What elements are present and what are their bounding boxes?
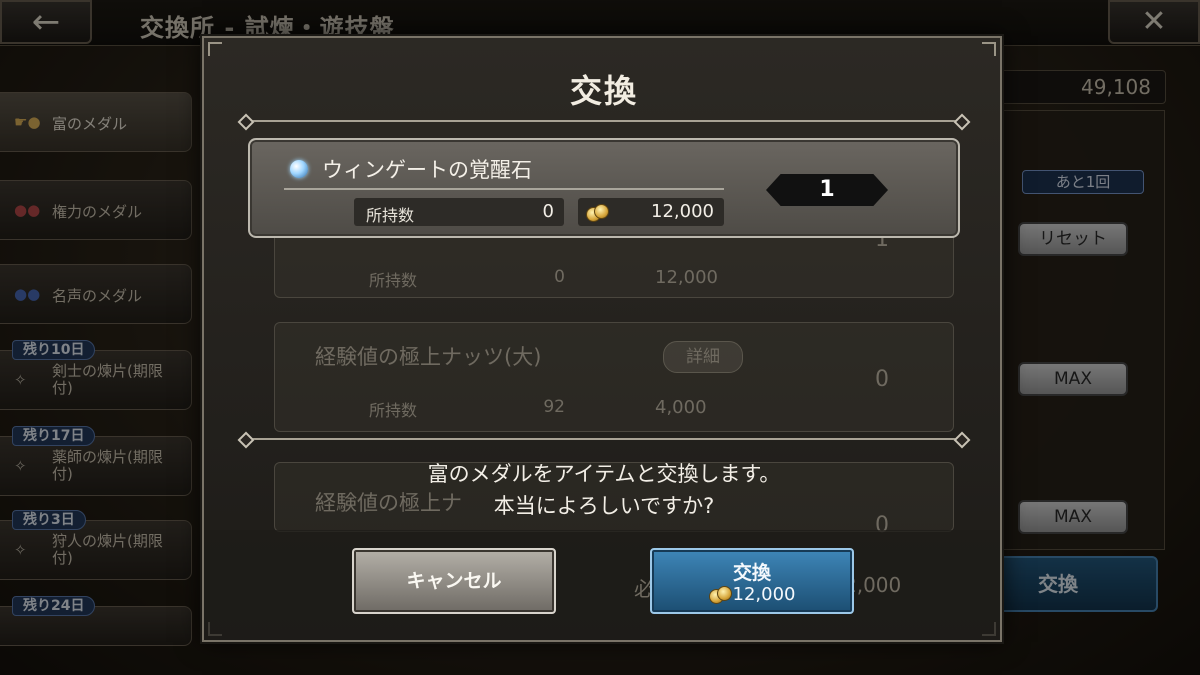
dialog-title: 交換 [569, 72, 638, 110]
message-line-1: 富のメダルをアイテムと交換します。 [427, 462, 781, 486]
divider [284, 188, 724, 190]
coin-icon [586, 204, 609, 222]
frame-corner [208, 42, 222, 56]
awakening-stone-icon [290, 160, 308, 178]
confirm-label: 交換 [732, 562, 771, 584]
confirm-message: 富のメダルをアイテムと交換します。 本当によろしいですか? [204, 458, 1004, 522]
detail-button: 詳細 [663, 341, 743, 373]
quantity-display: 1 [766, 174, 888, 206]
exchange-confirm-dialog: 交換 所持数 0 12,000 1 経験値の極上ナッツ(大) 詳細 所持数 92… [202, 36, 1002, 642]
item-name: ウィンゲートの覚醒石 [322, 158, 532, 182]
held-count-label: 所持数 [366, 206, 415, 225]
confirm-exchange-button[interactable]: 交換 12,000 [650, 548, 854, 614]
held-count-value: 0 [542, 201, 554, 222]
divider [250, 438, 958, 440]
list-item: 経験値の極上ナッツ(大) 詳細 所持数 92 4,000 0 [274, 322, 954, 432]
message-line-2: 本当によろしいですか? [493, 494, 715, 518]
frame-corner [982, 42, 996, 56]
cost-box: 12,000 [578, 198, 724, 226]
coin-icon [708, 586, 732, 604]
confirm-cost: 12,000 [652, 584, 852, 605]
cost-value: 12,000 [651, 201, 714, 222]
divider [250, 120, 958, 122]
selected-item-card: ウィンゲートの覚醒石 所持数 0 12,000 1 [248, 138, 960, 238]
cancel-button[interactable]: キャンセル [352, 548, 556, 614]
held-count-box: 所持数 0 [354, 198, 564, 226]
